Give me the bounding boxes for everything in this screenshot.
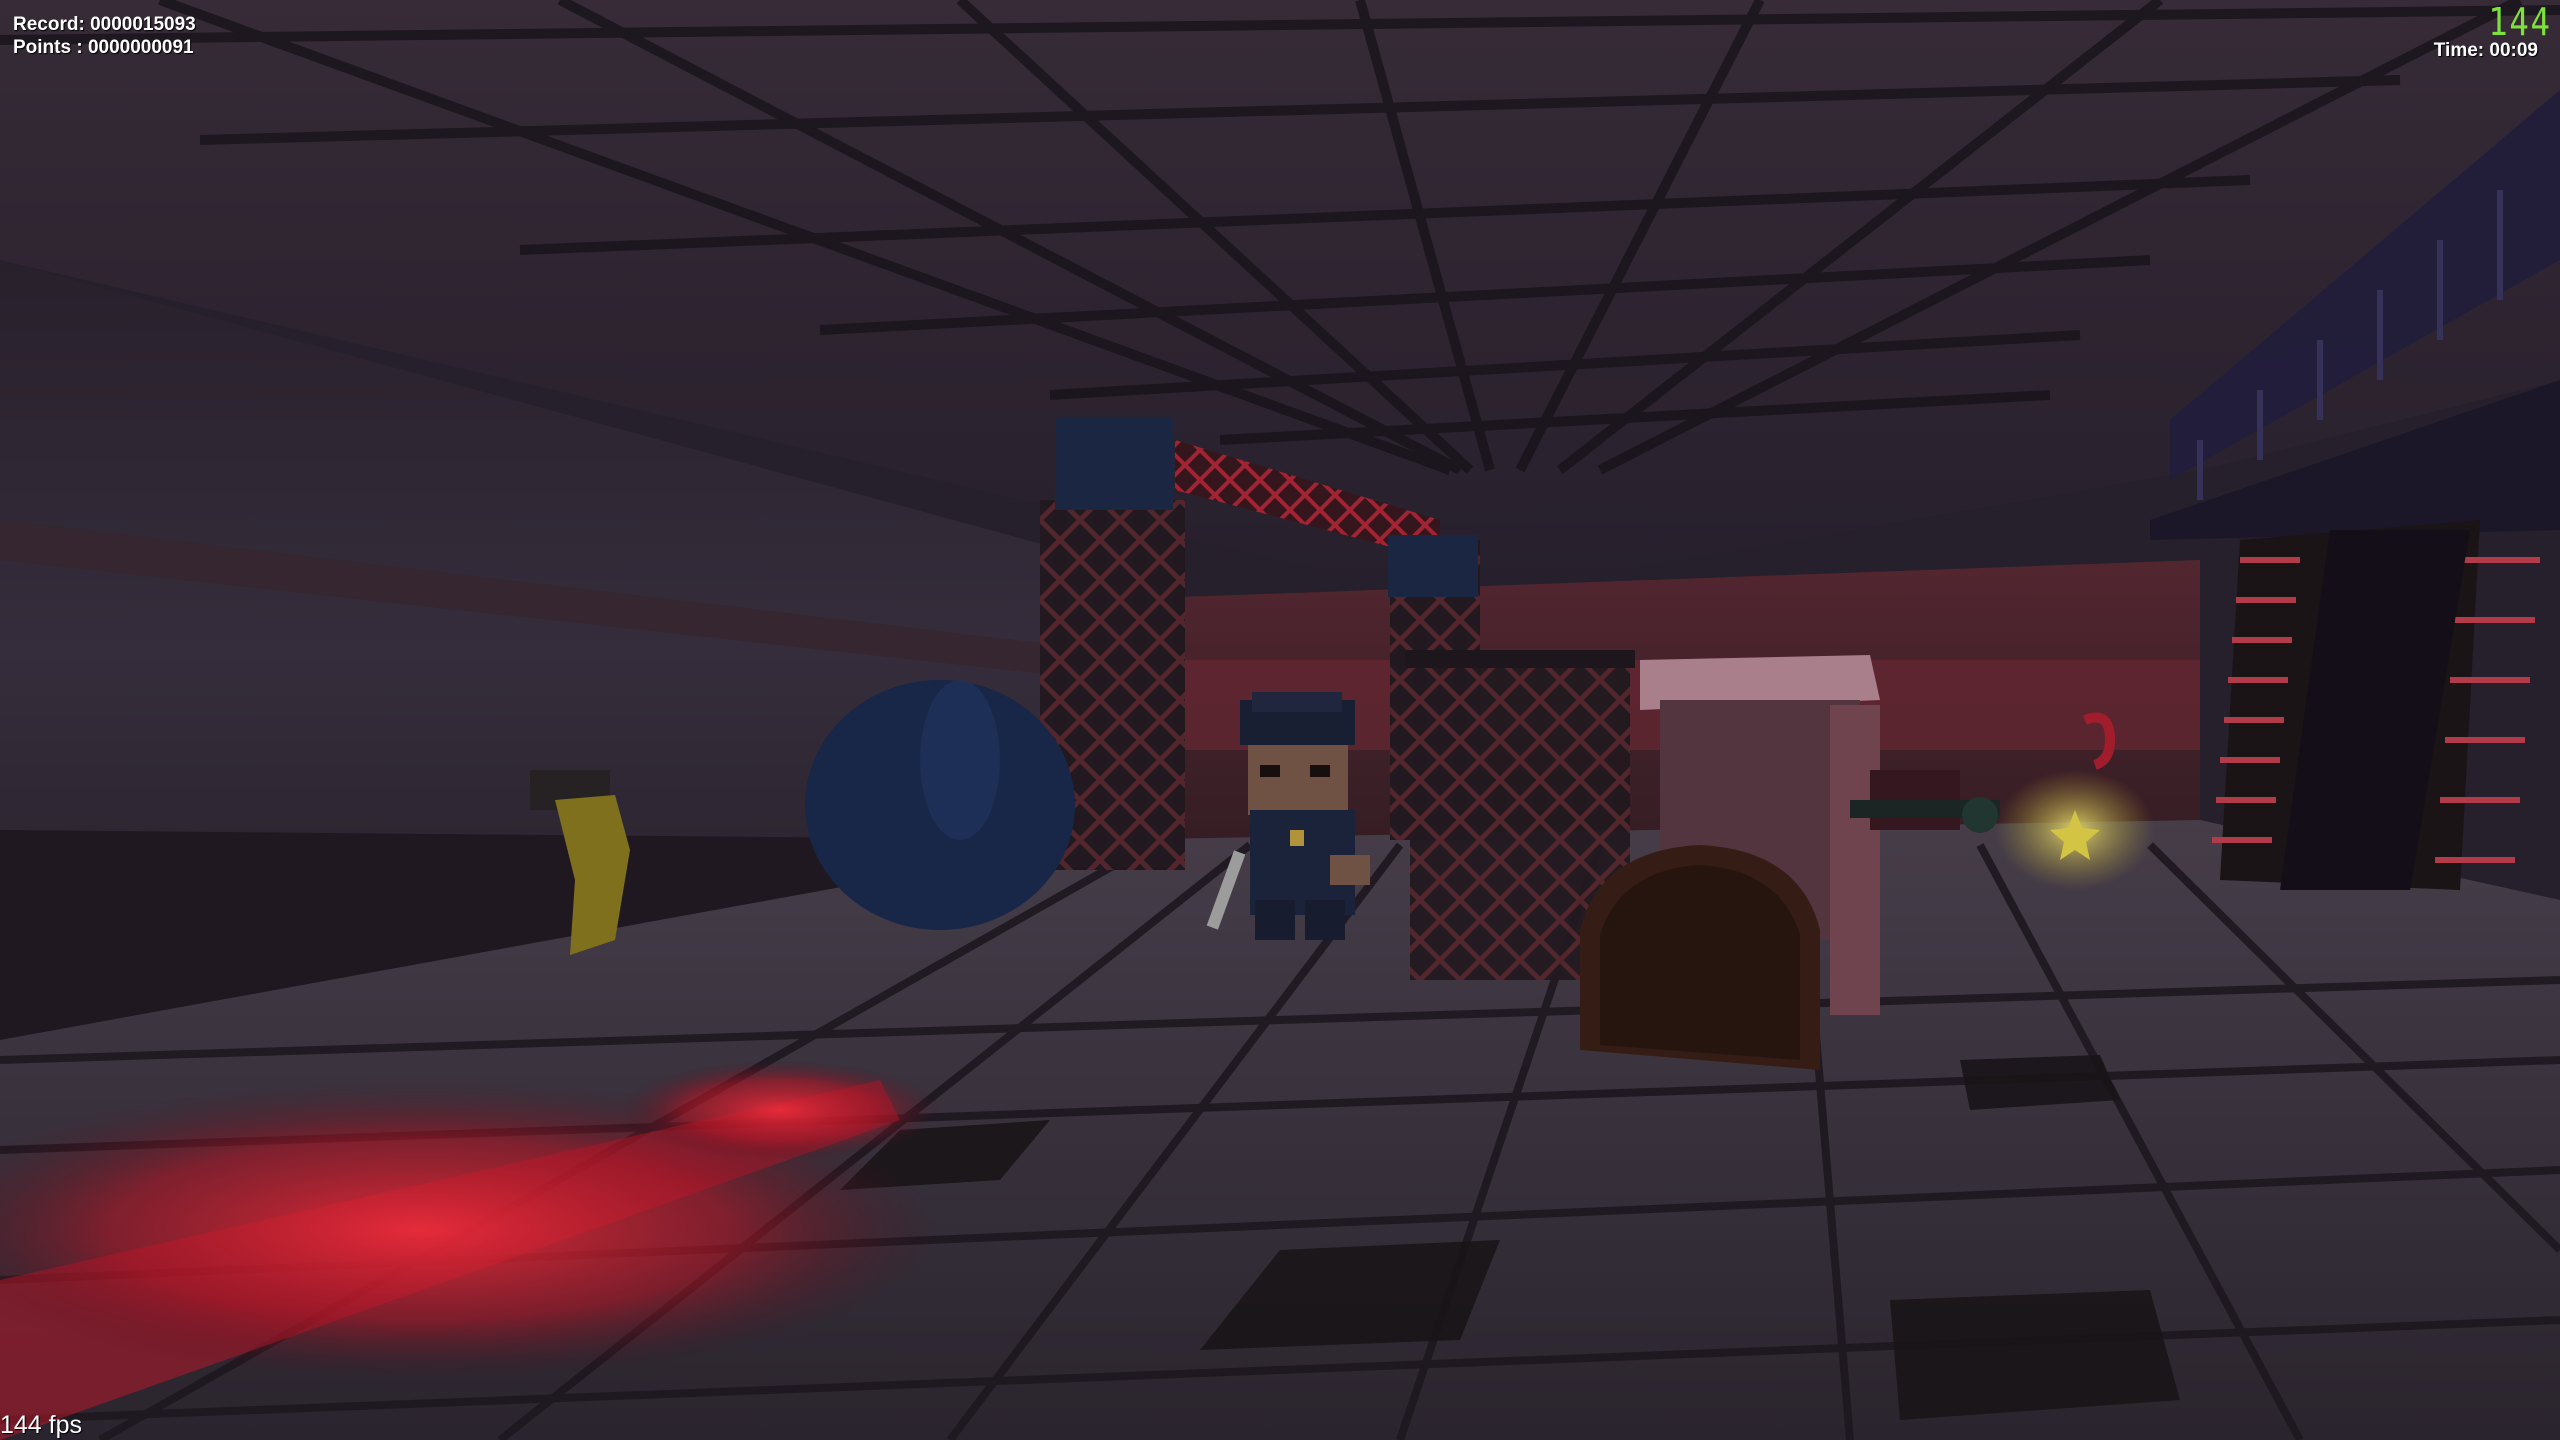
record-score: Record: 0000015093	[13, 14, 196, 35]
segment-counter: 144	[2488, 0, 2552, 44]
vignette	[0, 0, 2560, 1440]
game-viewport[interactable]: Record: 0000015093 Points : 0000000091 T…	[0, 0, 2560, 1440]
fps-counter: 144 fps	[0, 1411, 83, 1439]
points-score: Points : 0000000091	[13, 37, 194, 58]
game-scene[interactable]	[0, 0, 2560, 1440]
